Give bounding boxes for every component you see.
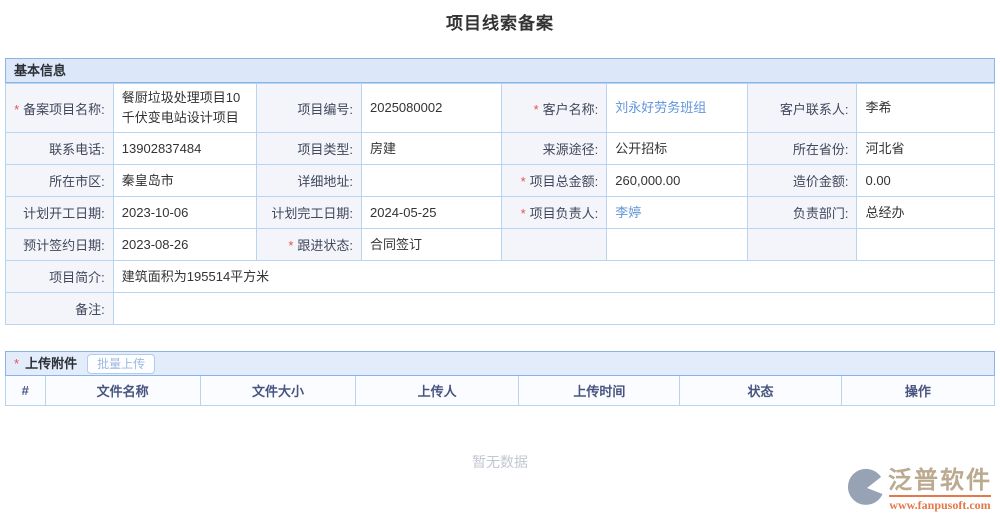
field-label-responsible-dept: 负责部门: <box>746 196 858 229</box>
field-label-cost-amount: 造价金额: <box>746 164 858 197</box>
field-value-expected-sign-date: 2023-08-26 <box>112 228 258 261</box>
field-value-project-intro: 建筑面积为195514平方米 <box>112 260 996 293</box>
field-value-planned-finish-date: 2024-05-25 <box>361 196 503 229</box>
project-manager-link[interactable]: 李婷 <box>615 205 641 220</box>
field-value-customer-contact: 李希 <box>856 83 995 133</box>
field-label-detail-address: 详细地址: <box>256 164 363 197</box>
field-label-customer-name: * 客户名称: <box>501 83 608 133</box>
required-mark: * <box>14 101 20 117</box>
field-label-source-channel: 来源途径: <box>501 132 608 165</box>
field-value-planned-start-date: 2023-10-06 <box>112 196 258 229</box>
col-uploader: 上传人 <box>355 376 520 406</box>
required-mark: * <box>288 238 294 253</box>
batch-upload-button[interactable]: 批量上传 <box>87 353 156 374</box>
attachments-section: * 上传附件 批量上传 # 文件名称 文件大小 上传人 上传时间 状态 操作 暂… <box>5 351 995 472</box>
attachments-header-row: # 文件名称 文件大小 上传人 上传时间 状态 操作 <box>5 376 995 406</box>
form-row-4: 计划开工日期: 2023-10-06 计划完工日期: 2024-05-25 * 项… <box>5 196 995 229</box>
field-value-cost-amount: 0.00 <box>856 164 995 197</box>
form-row-3: 所在市区: 秦皇岛市 详细地址: * 项目总金额: 260,000.00 造价金额… <box>5 164 995 197</box>
field-label-planned-finish-date: 计划完工日期: <box>256 196 363 229</box>
form-row-2: 联系电话: 13902837484 项目类型: 房建 来源途径: 公开招标 所在… <box>5 132 995 165</box>
col-file-name: 文件名称 <box>45 376 201 406</box>
field-label-remarks: 备注: <box>5 292 114 325</box>
field-value-responsible-dept: 总经办 <box>856 196 995 229</box>
field-value-project-number: 2025080002 <box>361 83 503 133</box>
col-upload-time: 上传时间 <box>518 376 681 406</box>
form-row-6: 项目简介: 建筑面积为195514平方米 <box>5 260 996 293</box>
field-value-city: 秦皇岛市 <box>112 164 258 197</box>
fanpu-logo-icon <box>846 468 886 513</box>
field-label-project-intro: 项目简介: <box>5 260 114 293</box>
page-title: 项目线索备案 <box>446 14 554 33</box>
empty-value-cell <box>606 228 748 261</box>
field-label-contact-phone: 联系电话: <box>5 132 114 165</box>
empty-data-hint: 暂无数据 <box>472 453 528 470</box>
empty-label-cell <box>501 228 608 261</box>
field-value-contact-phone: 13902837484 <box>112 132 258 165</box>
required-mark: * <box>520 206 526 221</box>
form-row-7: 备注: <box>5 292 996 325</box>
attachments-table: # 文件名称 文件大小 上传人 上传时间 状态 操作 <box>5 376 995 406</box>
form-row-5: 预计签约日期: 2023-08-26 * 跟进状态: 合同签订 <box>5 228 995 261</box>
empty-label-cell <box>746 228 858 261</box>
field-label-project-name: * 备案项目名称: <box>5 83 114 133</box>
field-label-province: 所在省份: <box>746 132 858 165</box>
field-value-project-name: 餐厨垃圾处理项目10千伏变电站设计项目 <box>112 83 258 133</box>
field-value-follow-status: 合同签订 <box>361 228 503 261</box>
page: 项目线索备案 基本信息 * 备案项目名称: 餐厨垃圾处理项目10千伏变电站设计项目… <box>0 0 1000 519</box>
field-value-project-type: 房建 <box>361 132 503 165</box>
basic-info-header: 基本信息 <box>5 58 995 83</box>
col-status: 状态 <box>679 376 842 406</box>
basic-info-table: * 备案项目名称: 餐厨垃圾处理项目10千伏变电站设计项目 项目编号: 20250… <box>5 83 996 325</box>
basic-info-section: 基本信息 * 备案项目名称: 餐厨垃圾处理项目10千伏变电站设计项目 项目编号: … <box>5 58 996 325</box>
empty-value-cell <box>856 228 995 261</box>
form-row-1: * 备案项目名称: 餐厨垃圾处理项目10千伏变电站设计项目 项目编号: 20250… <box>5 83 995 133</box>
basic-info-title: 基本信息 <box>14 62 67 78</box>
required-mark: * <box>14 355 20 371</box>
watermark-text: 泛普软件 www.fanpusoft.com <box>888 468 992 513</box>
field-label-total-amount: * 项目总金额: <box>501 164 608 197</box>
field-label-project-number: 项目编号: <box>256 83 363 133</box>
watermark-brand: 泛普软件 <box>888 468 992 494</box>
field-value-customer-name: 刘永好劳务班组 <box>606 83 748 133</box>
vendor-watermark: 泛普软件 www.fanpusoft.com <box>846 468 992 513</box>
col-file-size: 文件大小 <box>200 376 357 406</box>
required-mark: * <box>533 101 539 117</box>
field-label-planned-start-date: 计划开工日期: <box>5 196 114 229</box>
attachments-header: * 上传附件 批量上传 <box>5 351 995 376</box>
field-label-city: 所在市区: <box>5 164 114 197</box>
field-label-project-manager: * 项目负责人: <box>501 196 608 229</box>
attachments-title: 上传附件 <box>25 355 78 371</box>
field-value-source-channel: 公开招标 <box>606 132 748 165</box>
field-label-follow-status: * 跟进状态: <box>256 228 363 261</box>
field-value-remarks <box>112 292 996 325</box>
field-label-project-type: 项目类型: <box>256 132 363 165</box>
field-value-province: 河北省 <box>856 132 995 165</box>
col-index: # <box>5 376 46 406</box>
field-label-expected-sign-date: 预计签约日期: <box>5 228 114 261</box>
watermark-url: www.fanpusoft.com <box>889 495 991 513</box>
required-mark: * <box>520 174 526 189</box>
field-value-total-amount: 260,000.00 <box>606 164 748 197</box>
field-label-customer-contact: 客户联系人: <box>746 83 858 133</box>
col-operation: 操作 <box>841 376 995 406</box>
field-value-project-manager: 李婷 <box>606 196 748 229</box>
customer-name-link[interactable]: 刘永好劳务班组 <box>615 100 706 115</box>
field-value-detail-address <box>361 164 503 197</box>
